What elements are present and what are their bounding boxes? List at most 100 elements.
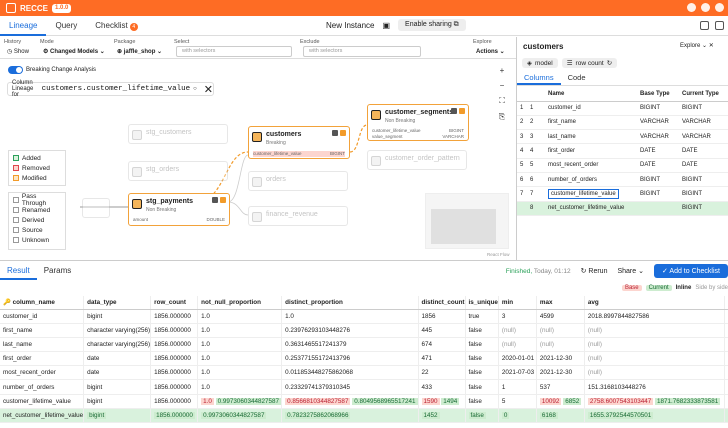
schema-row[interactable]: 7 7 customer_lifetime_value BIGINT BIGINT <box>517 186 728 202</box>
profile-row-modified[interactable]: customer_lifetime_value bigint 1856.000000… <box>0 394 728 409</box>
profile-row[interactable]: last_name character varying(256) 1856.0000… <box>0 337 728 353</box>
schema-row[interactable]: 6 6 number_of_orders BIGINT BIGINT <box>517 172 728 188</box>
current-value: 0.9973060344827587 <box>201 411 267 419</box>
node-column[interactable]: amount DOUBLE <box>133 217 225 223</box>
minimap-viewport[interactable] <box>431 209 496 244</box>
settings-icon[interactable] <box>715 21 724 30</box>
profile-row[interactable]: number_of_orders bigint 1856.000000 1.0 0.23… <box>0 379 728 395</box>
enable-sharing-button[interactable]: Enable sharing ⧉ <box>398 19 466 31</box>
actions-button[interactable]: Actions ⌄ <box>476 48 505 55</box>
run-status: Finished, Today, 01:12 <box>505 267 571 275</box>
tab-code[interactable]: Code <box>561 71 593 85</box>
close-icon[interactable]: ✕ <box>204 83 213 96</box>
is-unique: false <box>465 365 499 381</box>
schema-row[interactable]: 3 3 last_name VARCHAR VARCHAR <box>517 129 728 145</box>
row-count-badge[interactable]: ☰ row count ↻ <box>561 58 618 68</box>
node-stg-payments[interactable]: stg_payments Non Breaking amount DOUBLE <box>128 193 230 226</box>
package-select[interactable]: ⊕ jaffle_shop ⌄ <box>117 48 162 55</box>
tab-result[interactable]: Result <box>0 262 37 280</box>
exclude-input[interactable]: with selectors <box>303 46 421 57</box>
data-type: bigint <box>83 379 152 395</box>
node-stg-customers[interactable]: stg_customers <box>128 124 228 144</box>
screenshot-icon[interactable]: ⎘ <box>497 112 507 122</box>
collapse-icon[interactable] <box>700 21 709 30</box>
schema-row[interactable]: 2 2 first_name VARCHAR VARCHAR <box>517 115 728 131</box>
side-by-side-toggle[interactable]: Side by side <box>695 285 728 291</box>
profile-row[interactable]: customer_id bigint 1856.000000 1.0 1.0 1856 tr… <box>0 309 728 324</box>
share-button[interactable]: Share ⌄ <box>617 267 644 275</box>
node-finance-revenue[interactable]: finance_revenue <box>248 206 348 226</box>
save-icon[interactable]: ▣ <box>382 21 390 30</box>
zoom-in-icon[interactable]: + <box>497 66 507 75</box>
code-icon[interactable] <box>212 197 218 203</box>
explore-button[interactable]: Explore ⌄ ✕ <box>680 42 714 49</box>
node-small[interactable] <box>82 198 110 218</box>
inline-toggle[interactable]: Inline <box>676 285 692 291</box>
profile-row[interactable]: first_name character varying(256) 1856.000… <box>0 323 728 338</box>
node-title: orders <box>266 176 286 183</box>
col-header-base-index <box>517 88 527 102</box>
min: 0 <box>498 408 537 424</box>
mode-select[interactable]: ⚙ Changed Models ⌄ <box>43 48 105 55</box>
minimap[interactable] <box>425 193 509 249</box>
react-flow-attribution[interactable]: React Flow <box>487 252 510 257</box>
legend-derived: Derived <box>13 215 61 225</box>
legend-added: Added <box>13 153 61 163</box>
code-icon[interactable] <box>451 108 457 114</box>
column-name: last_name <box>545 129 637 145</box>
breaking-change-toggle[interactable]: Breaking Change Analysis <box>8 66 96 74</box>
node-column-name: customer_lifetime_value <box>253 151 302 156</box>
current-type: BIGINT <box>679 186 728 202</box>
add-to-checklist-button[interactable]: ✓ Add to Checklist <box>653 264 728 278</box>
schema-row[interactable]: 4 4 first_order DATE DATE <box>517 143 728 159</box>
app-name: RECCE <box>20 3 49 13</box>
is-unique: false <box>465 379 499 395</box>
node-customer-order-pattern[interactable]: customer_order_pattern <box>367 150 467 170</box>
base-index: 4 <box>517 143 527 159</box>
base-value: 1590 <box>421 397 440 405</box>
model-badge-label: model <box>535 59 553 67</box>
schema-row[interactable]: 1 1 customer_id BIGINT BIGINT <box>517 101 728 116</box>
not-null-proportion: 1.0 <box>197 309 283 324</box>
node-customers[interactable]: customers Breaking customer_lifetime_val… <box>248 126 350 159</box>
zoom-out-icon[interactable]: − <box>497 81 507 90</box>
tab-columns[interactable]: Columns <box>517 71 561 85</box>
column-name: first_order <box>545 143 637 159</box>
tab-checklist[interactable]: Checklist 4 <box>86 16 146 36</box>
select-label: Select <box>174 39 190 45</box>
node-stg-orders[interactable]: stg_orders <box>128 161 228 181</box>
node-customer-segments[interactable]: customer_segments Non Breaking customer_… <box>367 104 469 141</box>
legend-unknown: Unknown <box>13 235 61 245</box>
rerun-label: Rerun <box>588 268 608 275</box>
base-type: VARCHAR <box>637 115 679 131</box>
github-icon[interactable] <box>687 3 696 12</box>
tab-params[interactable]: Params <box>37 262 79 280</box>
schema-row[interactable]: 8 net_customer_lifetime_value BIGINT <box>517 201 728 216</box>
rerun-button[interactable]: ↻ Rerun <box>581 267 608 275</box>
rows-icon: ☰ <box>566 60 573 67</box>
toggle-switch[interactable] <box>8 66 23 74</box>
node-orders[interactable]: orders <box>248 171 348 191</box>
history-toggle[interactable]: ◷ Show <box>7 48 29 55</box>
code-icon[interactable] <box>332 130 338 136</box>
profile-row[interactable]: most_recent_order date 1856.000000 1.0 0.011… <box>0 365 728 381</box>
refresh-icon[interactable]: ↻ <box>607 59 612 67</box>
tab-lineage[interactable]: Lineage <box>0 16 47 36</box>
base-index: 3 <box>517 129 527 145</box>
source-icon <box>13 227 19 233</box>
profile-row-added[interactable]: net_customer_lifetime_value bigint 1856.00… <box>0 408 728 424</box>
schema-row[interactable]: 5 5 most_recent_order DATE DATE <box>517 158 728 173</box>
select-input[interactable]: with selectors <box>176 46 292 57</box>
split-handle[interactable] <box>0 260 728 261</box>
profile-row[interactable]: first_order date 1856.000000 1.0 0.253771551… <box>0 351 728 367</box>
node-title: stg_customers <box>146 129 192 136</box>
tab-query[interactable]: Query <box>46 16 86 36</box>
node-column[interactable]: value_segment VARCHAR <box>372 134 464 140</box>
slack-icon[interactable] <box>701 3 710 12</box>
column-name: most_recent_order <box>0 365 85 381</box>
node-column[interactable]: customer_lifetime_value BIGINT <box>253 151 345 157</box>
instance-title: New Instance <box>326 20 375 30</box>
help-icon[interactable] <box>715 3 724 12</box>
distinct-count: 433 <box>418 379 466 395</box>
fit-view-icon[interactable]: ⛶ <box>497 96 507 106</box>
